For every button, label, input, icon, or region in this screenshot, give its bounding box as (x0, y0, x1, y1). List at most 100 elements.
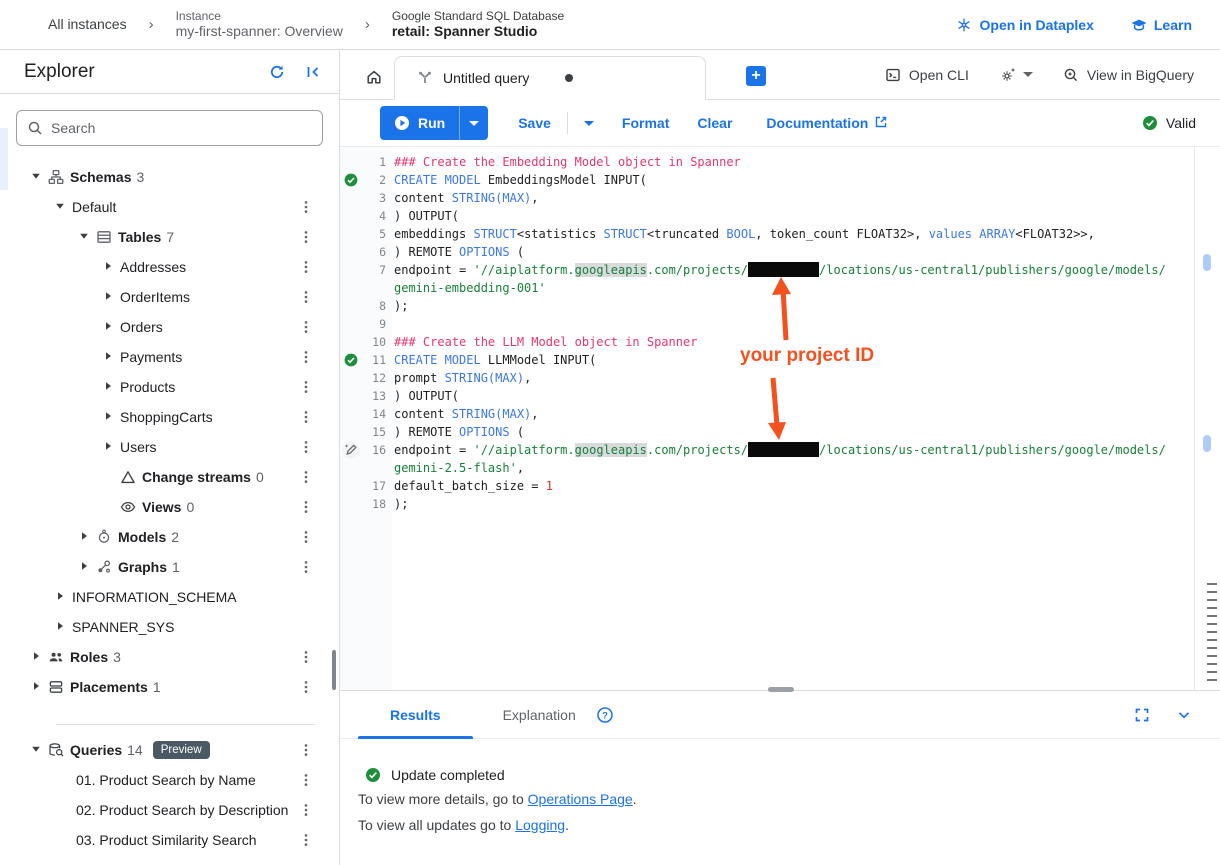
more-options-kebab-icon[interactable] (299, 259, 313, 275)
edit-sparkle-icon[interactable] (340, 441, 362, 459)
more-options-kebab-icon[interactable] (299, 559, 313, 575)
help-icon[interactable]: ? (596, 706, 614, 724)
tree-item-placements[interactable]: Placements1 (0, 672, 339, 702)
tree-item-orderitems[interactable]: OrderItems (0, 282, 339, 312)
collapse-arrow-icon[interactable] (30, 742, 48, 758)
expand-arrow-icon[interactable] (102, 439, 120, 455)
collapse-arrow-icon[interactable] (30, 169, 48, 185)
tree-item-views[interactable]: Views0 (0, 492, 339, 522)
run-options-caret[interactable] (460, 121, 488, 126)
tab-explanation[interactable]: Explanation (487, 691, 592, 739)
fullscreen-icon[interactable] (1134, 707, 1150, 723)
saved-query-item[interactable]: 03. Product Similarity Search (0, 825, 339, 855)
expand-arrow-icon[interactable] (102, 319, 120, 335)
tree-item-change-streams[interactable]: Change streams0 (0, 462, 339, 492)
tree-item-default[interactable]: Default (0, 192, 339, 222)
panel-resize-handle[interactable] (768, 687, 794, 692)
collapse-panel-chevron-icon[interactable] (1176, 707, 1192, 723)
search-input[interactable] (51, 120, 291, 136)
line-number: 4 (362, 207, 386, 225)
tree-item-payments[interactable]: Payments (0, 342, 339, 372)
editor-settings-menu[interactable] (999, 67, 1033, 83)
more-options-kebab-icon[interactable] (299, 229, 313, 245)
collapse-panel-icon[interactable] (305, 64, 321, 80)
more-options-kebab-icon[interactable] (299, 289, 313, 305)
sidebar-scrollbar-thumb[interactable] (332, 650, 336, 690)
more-options-kebab-icon[interactable] (299, 529, 313, 545)
more-options-kebab-icon[interactable] (299, 802, 313, 818)
breadcrumb-instance[interactable]: Instance my-first-spanner: Overview (176, 9, 343, 40)
tree-item-roles[interactable]: Roles3 (0, 642, 339, 672)
more-options-kebab-icon[interactable] (299, 772, 313, 788)
more-options-kebab-icon[interactable] (299, 679, 313, 695)
run-button-group[interactable]: Run (380, 106, 488, 140)
expand-arrow-icon[interactable] (30, 649, 48, 665)
more-options-kebab-icon[interactable] (299, 499, 313, 515)
tab-results[interactable]: Results (358, 691, 473, 739)
breadcrumb-all-instances[interactable]: All instances (48, 16, 127, 33)
collapse-arrow-icon[interactable] (54, 199, 72, 215)
home-tab-button[interactable] (354, 55, 394, 99)
run-button[interactable]: Run (380, 115, 459, 131)
more-options-kebab-icon[interactable] (299, 469, 313, 485)
more-options-kebab-icon[interactable] (299, 832, 313, 848)
tree-item-schemas[interactable]: Schemas3 (0, 162, 339, 192)
sql-editor[interactable]: 1### Create the Embedding Model object i… (340, 147, 1220, 690)
tree-item-graphs[interactable]: Graphs1 (0, 552, 339, 582)
learn-button[interactable]: Learn (1130, 17, 1192, 33)
expand-arrow-icon[interactable] (54, 619, 72, 635)
open-in-dataplex-button[interactable]: Open in Dataplex (956, 17, 1094, 33)
more-options-kebab-icon[interactable] (299, 319, 313, 335)
documentation-link[interactable]: Documentation (766, 115, 890, 131)
tree-item-spanner-sys[interactable]: SPANNER_SYS (0, 612, 339, 642)
minimap-marks (1207, 583, 1217, 687)
expand-arrow-icon[interactable] (30, 679, 48, 695)
more-options-kebab-icon[interactable] (299, 742, 313, 758)
tree-item-information-schema[interactable]: INFORMATION_SCHEMA (0, 582, 339, 612)
search-icon (27, 120, 43, 136)
tree-item-models[interactable]: Models2 (0, 522, 339, 552)
tree-item-shoppingcarts[interactable]: ShoppingCarts (0, 402, 339, 432)
collapse-arrow-icon[interactable] (78, 229, 96, 245)
new-tab-button[interactable]: + (746, 66, 766, 86)
expand-arrow-icon[interactable] (78, 529, 96, 545)
logging-link[interactable]: Logging (515, 817, 565, 833)
view-in-bigquery-button[interactable]: View in BigQuery (1063, 67, 1194, 83)
tree-item-users[interactable]: Users (0, 432, 339, 462)
clear-button[interactable]: Clear (697, 115, 732, 131)
more-options-kebab-icon[interactable] (299, 409, 313, 425)
expand-arrow-icon[interactable] (102, 349, 120, 365)
tree-item-orders[interactable]: Orders (0, 312, 339, 342)
save-button[interactable]: Save (518, 115, 551, 131)
more-options-kebab-icon[interactable] (299, 349, 313, 365)
tree-item-label: INFORMATION_SCHEMA (72, 589, 237, 605)
code-text: embeddings STRUCT<statistics STRUCT<trun… (394, 225, 1095, 243)
expand-arrow-icon[interactable] (78, 559, 96, 575)
refresh-icon[interactable] (269, 64, 285, 80)
tab-untitled-query[interactable]: Untitled query (394, 56, 706, 100)
open-cli-button[interactable]: Open CLI (885, 67, 969, 83)
save-options-caret[interactable] (584, 121, 594, 126)
tree-item-tables[interactable]: Tables7 (0, 222, 339, 252)
more-options-kebab-icon[interactable] (299, 439, 313, 455)
editor-overview-ruler[interactable] (1194, 147, 1220, 690)
tree-item-products[interactable]: Products (0, 372, 339, 402)
operations-page-link[interactable]: Operations Page (528, 791, 633, 807)
explorer-search-box[interactable] (16, 110, 323, 146)
tree-item-queries[interactable]: Queries14Preview (0, 735, 339, 765)
saved-query-item[interactable]: 01. Product Search by Name (0, 765, 339, 795)
more-options-kebab-icon[interactable] (299, 199, 313, 215)
more-options-kebab-icon[interactable] (299, 379, 313, 395)
expand-arrow-icon[interactable] (102, 259, 120, 275)
tree-item-addresses[interactable]: Addresses (0, 252, 339, 282)
expand-arrow-icon[interactable] (102, 289, 120, 305)
more-options-kebab-icon[interactable] (299, 649, 313, 665)
expand-arrow-icon[interactable] (54, 589, 72, 605)
saved-query-item[interactable]: 02. Product Search by Description (0, 795, 339, 825)
roles-icon (48, 649, 70, 665)
expand-arrow-icon[interactable] (102, 409, 120, 425)
code-line: 8); (340, 297, 1220, 315)
format-button[interactable]: Format (622, 115, 669, 131)
top-breadcrumb-bar: All instances › Instance my-first-spanne… (0, 0, 1220, 50)
expand-arrow-icon[interactable] (102, 379, 120, 395)
